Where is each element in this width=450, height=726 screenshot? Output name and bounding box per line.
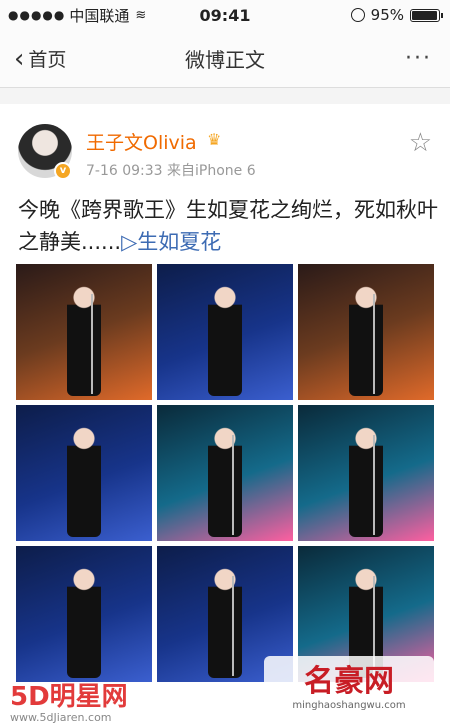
singer-figure: [349, 425, 383, 537]
verified-badge-icon: v: [54, 162, 72, 180]
author-name[interactable]: 王子文Olivia: [86, 128, 197, 155]
mic-stand: [372, 294, 375, 394]
photo-thumbnail[interactable]: [298, 264, 434, 400]
watermark-5d-url: www.5dJiaren.com: [10, 711, 112, 724]
photo-thumbnail[interactable]: [157, 405, 293, 541]
singer-figure: [349, 284, 383, 396]
favorite-star-icon[interactable]: ☆: [409, 128, 432, 158]
photo-thumbnail[interactable]: [16, 264, 152, 400]
singer-figure: [208, 284, 242, 396]
singer-figure: [208, 425, 242, 537]
rotation-lock-icon: [350, 8, 365, 22]
photo-thumbnail[interactable]: [298, 405, 434, 541]
singer-figure: [67, 425, 101, 537]
watermark-minghao: 名豪网 minghaoshangwu.com: [264, 656, 434, 714]
watermark-5d-logo: 5D明星网: [10, 682, 128, 712]
status-right: 95%: [350, 6, 443, 24]
battery-percent: 95%: [370, 6, 404, 24]
photo-thumbnail[interactable]: [16, 405, 152, 541]
battery-fill: [412, 10, 437, 20]
mic-stand: [231, 576, 234, 676]
photo-thumbnail[interactable]: [157, 264, 293, 400]
photo-grid: [16, 264, 434, 682]
photo-thumbnail[interactable]: [16, 546, 152, 682]
post-meta: 7-16 09:33 来自iPhone 6: [86, 163, 256, 179]
post-text-body: 今晚《跨界歌王》生如夏花之绚烂，死如秋叶之静美......: [18, 198, 438, 254]
mic-stand: [90, 294, 93, 394]
battery-icon: [410, 8, 443, 22]
mic-stand: [372, 435, 375, 535]
post-text: 今晚《跨界歌王》生如夏花之绚烂，死如秋叶之静美......▷生如夏花: [18, 194, 438, 258]
status-bar: ●●●●● 中国联通 ≋ 09:41 95%: [0, 0, 450, 30]
more-button[interactable]: ···: [405, 46, 432, 71]
singer-figure: [67, 566, 101, 678]
mic-stand: [231, 435, 234, 535]
singer-figure: [208, 566, 242, 678]
song-link[interactable]: ▷生如夏花: [121, 230, 221, 254]
weibo-post-card: v 王子文Olivia ♛ 7-16 09:33 来自iPhone 6 ☆ 今晚…: [0, 104, 450, 726]
watermark-minghao-url: minghaoshangwu.com: [292, 700, 406, 711]
page-title: 微博正文: [185, 48, 265, 72]
singer-figure: [67, 284, 101, 396]
navigation-bar: ‹ 首页 微博正文 ···: [0, 30, 450, 88]
watermark-minghao-logo: 名豪网: [304, 664, 394, 699]
vip-crown-icon: ♛: [207, 130, 222, 149]
watermark-5d: 5D明星网 www.5dJiaren.com: [10, 676, 128, 724]
